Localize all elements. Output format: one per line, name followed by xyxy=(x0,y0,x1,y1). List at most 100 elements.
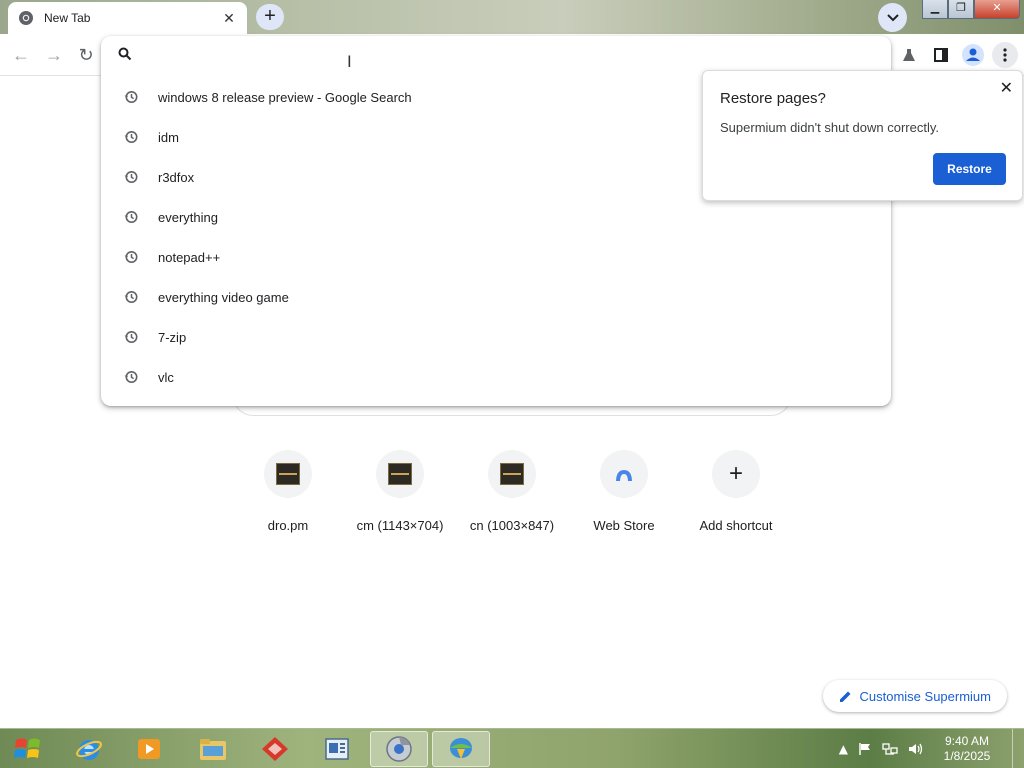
shortcut-label: Add shortcut xyxy=(699,518,773,533)
document-icon xyxy=(325,738,349,760)
thumbnail-icon xyxy=(276,463,300,485)
side-panel-button[interactable] xyxy=(928,42,954,68)
chrome-icon xyxy=(19,11,33,25)
menu-button[interactable] xyxy=(992,42,1018,68)
customise-button[interactable]: Customise Supermium xyxy=(822,680,1007,712)
shortcut-icon-circle xyxy=(600,450,648,498)
history-icon xyxy=(124,291,138,303)
history-icon xyxy=(124,251,138,263)
profile-icon xyxy=(962,44,984,66)
tab-strip: New Tab ✕ + ▁ ❐ ✕ xyxy=(0,0,1024,34)
plus-icon: + xyxy=(728,460,743,487)
kebab-menu-icon xyxy=(1003,48,1007,62)
shortcut-icon-circle xyxy=(376,450,424,498)
close-window-button[interactable]: ✕ xyxy=(974,0,1020,19)
suggestion-item[interactable]: everything xyxy=(101,197,891,237)
suggestion-item[interactable]: notepad++ xyxy=(101,237,891,277)
shortcut-tile[interactable]: cn (1003×847) xyxy=(456,450,568,533)
side-panel-icon xyxy=(934,48,948,62)
reload-button[interactable]: ↻ xyxy=(73,42,99,68)
download-manager-icon xyxy=(450,738,472,759)
show-desktop-button[interactable] xyxy=(1012,729,1024,768)
suggestion-text: r3dfox xyxy=(158,169,195,185)
browser-icon xyxy=(386,736,412,762)
search-icon xyxy=(118,47,132,61)
tab-new-tab[interactable]: New Tab ✕ xyxy=(8,2,247,34)
history-icon xyxy=(124,171,138,183)
taskbar-explorer-button[interactable] xyxy=(184,731,242,767)
internet-explorer-icon xyxy=(76,740,102,760)
suggestion-text: everything video game xyxy=(158,289,289,305)
show-hidden-icons-button[interactable]: ▲ xyxy=(839,742,848,756)
maximize-button[interactable]: ❐ xyxy=(948,0,974,19)
suggestion-text: vlc xyxy=(158,369,174,385)
clock-time: 9:40 AM xyxy=(944,734,990,748)
minimize-button[interactable]: ▁ xyxy=(922,0,948,19)
taskbar: ▲ 9:40 AM 1/8/2025 xyxy=(0,728,1024,768)
tab-close-icon[interactable]: ✕ xyxy=(221,10,237,27)
folder-icon xyxy=(200,739,226,760)
taskbar-media-player-button[interactable] xyxy=(120,731,178,767)
add-shortcut-tile[interactable]: + Add shortcut xyxy=(680,450,792,533)
restore-button[interactable]: Restore xyxy=(933,153,1006,185)
clock-date: 1/8/2025 xyxy=(943,749,991,763)
close-icon[interactable]: ✕ xyxy=(1000,78,1013,98)
new-tab-button[interactable]: + xyxy=(256,4,284,30)
red-app-icon xyxy=(262,737,288,761)
suggestion-item[interactable]: everything video game xyxy=(101,277,891,317)
profile-button[interactable] xyxy=(960,42,986,68)
shortcut-tile[interactable]: cm (1143×704) xyxy=(344,450,456,533)
restore-pages-dialog: ✕ Restore pages? Supermium didn't shut d… xyxy=(702,70,1023,201)
taskbar-document-button[interactable] xyxy=(308,731,366,767)
taskbar-clock[interactable]: 9:40 AM 1/8/2025 xyxy=(934,734,1000,764)
flag-icon[interactable] xyxy=(858,742,872,756)
flask-icon xyxy=(903,49,915,61)
system-tray: ▲ 9:40 AM 1/8/2025 xyxy=(839,729,1024,768)
suggestion-text: everything xyxy=(158,209,218,225)
customise-label: Customise Supermium xyxy=(859,688,992,704)
shortcuts-grid: dro.pm cm (1143×704) cn (1003×847) Web S… xyxy=(232,450,792,533)
dialog-title: Restore pages? xyxy=(720,90,826,107)
windows-logo-icon xyxy=(14,738,40,758)
volume-icon[interactable] xyxy=(908,742,924,756)
taskbar-app-button[interactable] xyxy=(246,731,304,767)
thumbnail-icon xyxy=(388,463,412,485)
web-store-icon xyxy=(615,470,633,484)
history-icon xyxy=(124,131,138,143)
taskbar-browser-button[interactable] xyxy=(370,731,428,767)
history-icon xyxy=(124,331,138,343)
history-icon xyxy=(124,211,138,223)
address-bar[interactable] xyxy=(101,36,891,74)
taskbar-download-manager-button[interactable] xyxy=(432,731,490,767)
shortcut-label: Web Store xyxy=(593,518,655,533)
history-icon xyxy=(124,371,138,383)
taskbar-ie-button[interactable] xyxy=(60,731,118,767)
shortcut-tile[interactable]: dro.pm xyxy=(232,450,344,533)
thumbnail-icon xyxy=(500,463,524,485)
shortcut-icon-circle xyxy=(264,450,312,498)
text-cursor-icon: I xyxy=(347,52,352,71)
chevron-down-icon xyxy=(886,13,899,21)
forward-button[interactable]: → xyxy=(41,42,67,68)
dialog-message: Supermium didn't shut down correctly. xyxy=(720,120,940,135)
suggestion-item[interactable]: vlc xyxy=(101,357,891,397)
shortcut-label: dro.pm xyxy=(267,518,309,533)
shortcut-label: cm (1143×704) xyxy=(356,518,444,533)
shortcut-icon-circle xyxy=(488,450,536,498)
network-icon[interactable] xyxy=(882,742,898,756)
suggestion-text: notepad++ xyxy=(158,249,221,265)
media-player-icon xyxy=(138,739,160,759)
shortcut-tile[interactable]: Web Store xyxy=(568,450,680,533)
shortcut-icon-circle: + xyxy=(712,450,760,498)
back-button[interactable]: ← xyxy=(8,42,34,68)
pencil-icon xyxy=(839,691,850,702)
shortcut-label: cn (1003×847) xyxy=(469,518,555,533)
extensions-button[interactable] xyxy=(896,42,922,68)
omnibox-input[interactable] xyxy=(145,44,845,66)
tab-search-button[interactable] xyxy=(878,3,907,32)
suggestion-item[interactable]: 7-zip xyxy=(101,317,891,357)
history-icon xyxy=(124,91,138,103)
suggestion-text: 7-zip xyxy=(158,329,187,345)
suggestion-text: idm xyxy=(158,129,179,145)
start-button[interactable] xyxy=(2,730,54,768)
